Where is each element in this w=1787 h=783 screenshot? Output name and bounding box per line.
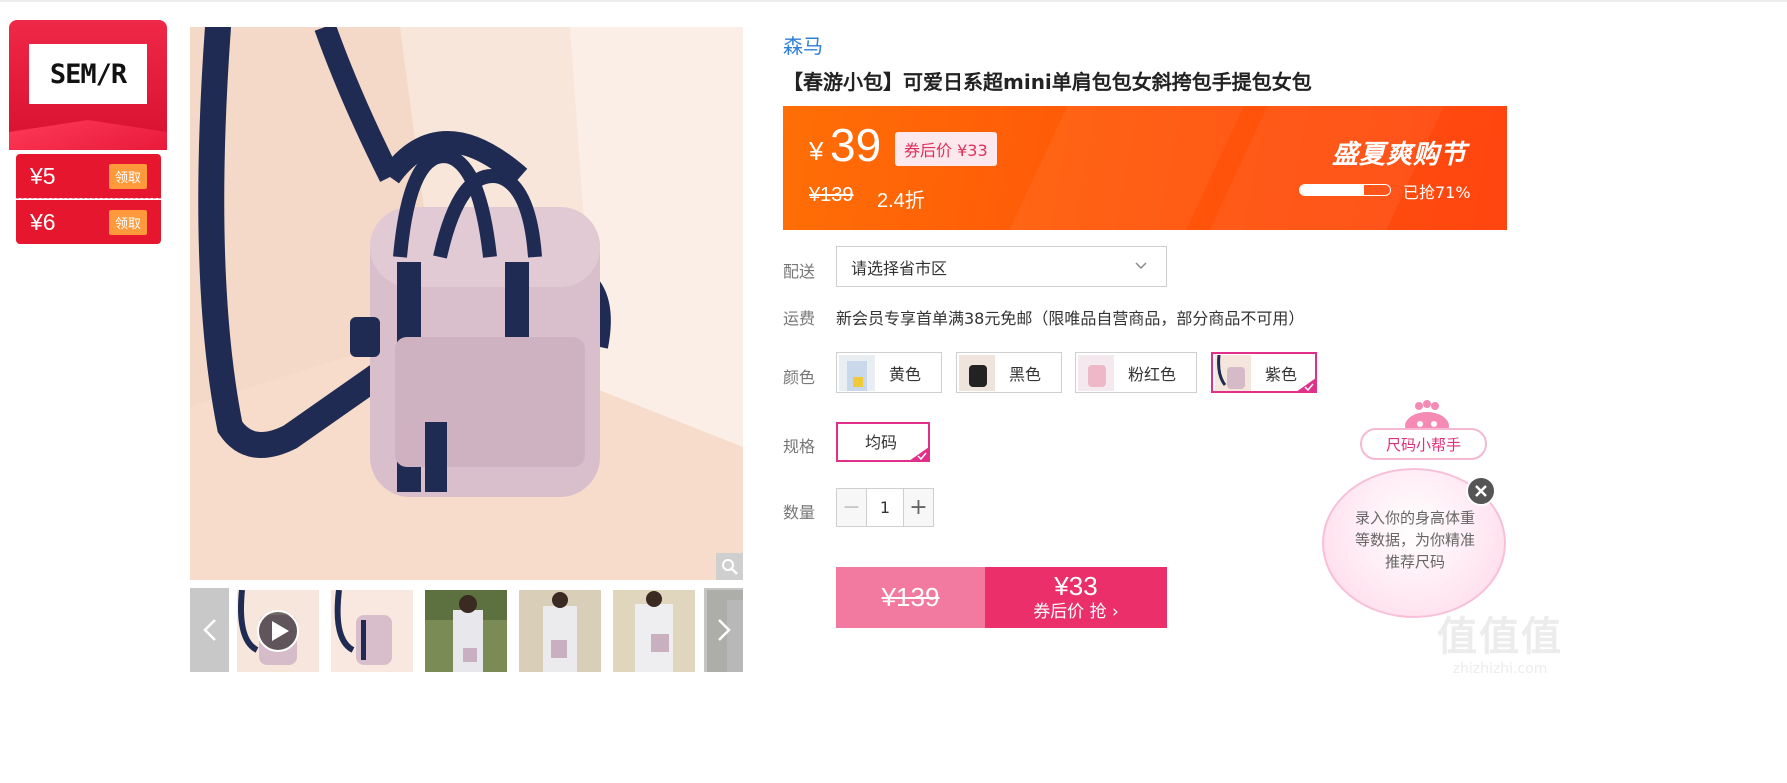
quantity-input[interactable]: 1	[867, 489, 903, 526]
thumbnail-prev-button[interactable]	[190, 588, 229, 672]
zoom-button[interactable]	[716, 553, 743, 580]
delivery-region-select[interactable]: 请选择省市区	[836, 246, 1167, 287]
price-currency: ¥	[809, 136, 824, 166]
quantity-stepper: − 1 +	[836, 488, 934, 527]
close-icon	[1475, 485, 1487, 497]
sold-progress-fill	[1300, 185, 1364, 195]
thumbnail-item[interactable]	[331, 590, 413, 672]
thumbnail-item[interactable]	[519, 590, 601, 672]
thumbnail-item[interactable]	[613, 590, 695, 672]
watermark: 值值值 zhizhizhi.com	[1436, 614, 1564, 678]
color-option-purple[interactable]: 紫色	[1211, 352, 1317, 393]
color-swatch	[1078, 354, 1114, 391]
promo-title: 盛夏爽购节	[1331, 140, 1467, 170]
product-title: 【春游小包】可爱日系超mini单肩包包女斜挎包手提包女包	[783, 70, 1312, 94]
watermark-logo: 值值值	[1437, 614, 1563, 660]
top-divider	[0, 0, 1787, 2]
size-helper-button[interactable]: 尺码小帮手	[1360, 428, 1487, 460]
thumbnail-image	[237, 590, 319, 672]
chevron-right-icon	[717, 619, 731, 641]
color-option-label: 粉红色	[1128, 364, 1177, 384]
color-swatch	[959, 354, 995, 391]
thumbnail-video[interactable]	[235, 588, 321, 672]
color-option-label: 黑色	[1009, 364, 1042, 384]
magnifier-icon	[721, 558, 738, 575]
shipping-label: 运费	[783, 309, 816, 328]
color-option-label: 紫色	[1265, 364, 1298, 384]
thumbnail-image	[425, 590, 507, 672]
color-swatch	[839, 354, 875, 391]
thumbnail-image	[519, 590, 601, 672]
buy-original-price[interactable]: ¥139	[836, 567, 985, 628]
coupon-divider	[16, 198, 161, 199]
color-option-yellow[interactable]: 黄色	[836, 352, 942, 393]
buy-coupon-price: ¥33	[1054, 570, 1098, 601]
delivery-placeholder: 请选择省市区	[851, 258, 948, 278]
color-option-pink[interactable]: 粉红色	[1075, 352, 1197, 393]
claim-coupon-button[interactable]: 领取	[108, 209, 147, 235]
size-label: 规格	[783, 437, 816, 456]
banner-stripe	[995, 106, 1251, 230]
color-swatch	[1215, 354, 1251, 391]
original-price: ¥139	[809, 184, 854, 206]
coupon-amount: ¥6	[30, 208, 56, 235]
brand-badge[interactable]: SEM/R	[9, 20, 167, 150]
chevron-down-icon	[1135, 262, 1147, 270]
brand-link[interactable]: 森马	[783, 30, 823, 59]
thumbnail-item[interactable]	[425, 590, 507, 672]
brand-logo: SEM/R	[29, 44, 147, 104]
current-price: 39	[830, 119, 882, 171]
color-option-black[interactable]: 黑色	[956, 352, 1062, 393]
size-helper-text: 录入你的身高体重等数据，为你精准推荐尺码	[1354, 509, 1475, 571]
color-label: 颜色	[783, 368, 816, 387]
quantity-decrease-button[interactable]: −	[837, 489, 867, 526]
delivery-label: 配送	[783, 262, 816, 281]
coupon-item: ¥5 领取	[16, 154, 161, 198]
product-photo	[190, 27, 743, 580]
selected-check-icon	[909, 447, 929, 461]
buy-action-label: 券后价 抢 ›	[1033, 601, 1119, 622]
thumbnail-image	[331, 590, 413, 672]
quantity-label: 数量	[783, 503, 816, 522]
sold-progress-bar	[1299, 184, 1391, 196]
price-banner: ¥ 39 券后价 ¥33 ¥139 2.4折 盛夏爽购节 已抢71%	[783, 106, 1507, 230]
coupon-item: ¥6 领取	[16, 200, 161, 244]
quantity-increase-button[interactable]: +	[903, 489, 933, 526]
selected-check-icon	[1296, 378, 1316, 392]
chevron-left-icon	[202, 619, 216, 641]
coupon-price-tag: 券后价 ¥33	[895, 132, 997, 166]
thumbnail-next-button[interactable]	[704, 588, 743, 672]
sold-progress-text: 已抢71%	[1403, 183, 1471, 202]
buy-with-coupon-button[interactable]: ¥33 券后价 抢 ›	[985, 567, 1167, 628]
watermark-url: zhizhizhi.com	[1452, 661, 1548, 677]
claim-coupon-button[interactable]: 领取	[108, 163, 147, 189]
badge-chevron	[9, 120, 167, 150]
color-option-label: 黄色	[889, 364, 922, 384]
discount-label: 2.4折	[877, 190, 925, 212]
size-option[interactable]: 均码	[836, 422, 930, 462]
thumbnail-image	[613, 590, 695, 672]
size-helper-close-button[interactable]	[1466, 476, 1496, 506]
thumbnail-strip	[190, 588, 743, 672]
size-option-label: 均码	[864, 433, 897, 452]
main-product-image[interactable]	[190, 27, 743, 580]
shipping-text: 新会员专享首单满38元免邮（限唯品自营商品，部分商品不可用）	[836, 309, 1305, 328]
coupon-amount: ¥5	[30, 162, 56, 189]
